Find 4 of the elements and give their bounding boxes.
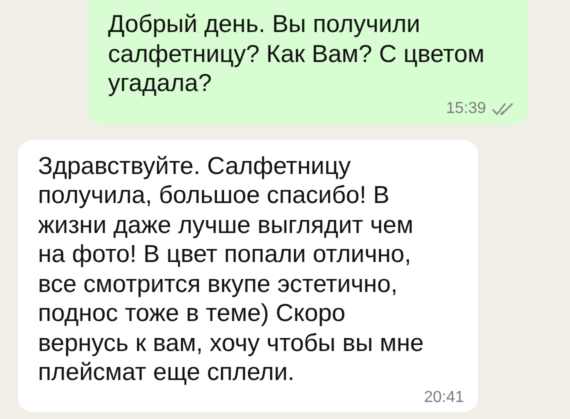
message-text: Здравствуйте. Салфетницу получила, большое спасибо! В жизни даже лучше выглядит чем на фото! В цвет попали отлично, все смотрится вкупе эстетично, поднос тоже в теме) Скоро вернусь к вам, хочу чтобы вы мне плейсмат еще сплели. [38,152,424,388]
message-time: 20:41 [424,388,464,406]
message-text: Добрый день. Вы получили салфетницу? Как Вам? С цветом угадала? [108,10,484,98]
message-time: 15:39 [446,100,486,118]
